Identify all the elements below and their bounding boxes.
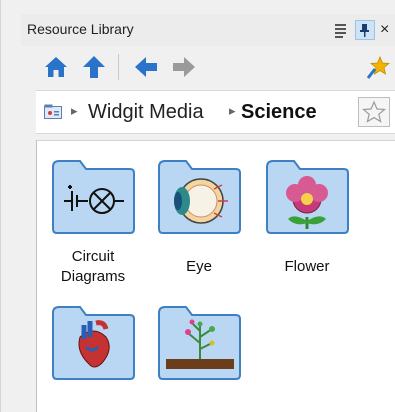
- breadcrumb-item-widgit-media[interactable]: Widgit Media: [88, 101, 204, 124]
- pin-panel-icon[interactable]: [355, 20, 375, 40]
- navigation-toolbar: [21, 46, 395, 88]
- breadcrumb: ▸ Widgit Media ▸ Science: [36, 90, 395, 134]
- resource-library-panel: Resource Library × ▸ Widgit Media ▸ Scie…: [0, 0, 395, 412]
- panel-title: Resource Library: [27, 21, 134, 37]
- folder-eye[interactable]: Eye: [143, 157, 253, 297]
- breadcrumb-separator: ▸: [229, 103, 236, 118]
- folder-label: Diagrams: [60, 268, 126, 285]
- folder-label: Eye: [186, 258, 212, 275]
- folder-heart[interactable]: [37, 303, 147, 393]
- panel-title-bar: Resource Library ×: [21, 14, 395, 46]
- back-arrow-icon[interactable]: [133, 54, 159, 80]
- folder-label: Flower: [284, 258, 330, 275]
- up-arrow-icon[interactable]: [81, 54, 107, 80]
- close-icon[interactable]: ×: [380, 20, 395, 40]
- favourite-star-button[interactable]: [358, 97, 390, 127]
- folder-plant[interactable]: [143, 303, 253, 393]
- pin-star-icon[interactable]: [365, 54, 391, 80]
- folder-icon: [158, 306, 241, 380]
- breadcrumb-item-science[interactable]: Science: [241, 101, 317, 124]
- folder-grid: Circuit Diagrams Eye Flower: [36, 140, 395, 412]
- folder-icon: [52, 306, 135, 380]
- folder-icon: [158, 160, 241, 234]
- folder-icon: [266, 160, 349, 234]
- forward-arrow-icon[interactable]: [171, 54, 197, 80]
- media-library-icon[interactable]: [44, 104, 62, 120]
- home-icon[interactable]: [43, 54, 69, 80]
- folder-icon: [52, 160, 135, 234]
- list-view-icon[interactable]: [331, 20, 351, 40]
- folder-label: Circuit: [71, 248, 115, 265]
- toolbar-separator: [118, 54, 119, 80]
- folder-circuit-diagrams[interactable]: Circuit Diagrams: [37, 157, 147, 297]
- breadcrumb-separator: ▸: [71, 103, 78, 118]
- folder-flower[interactable]: Flower: [251, 157, 361, 297]
